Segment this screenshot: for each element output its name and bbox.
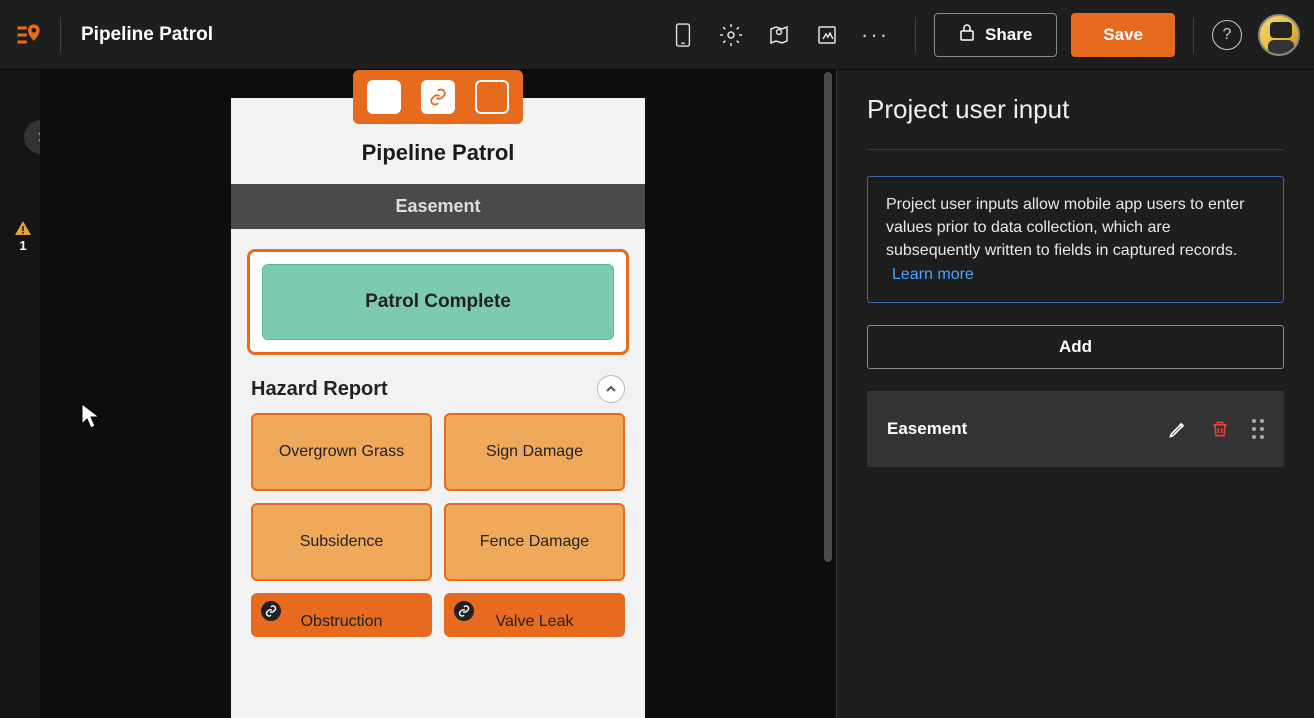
preview-title: Pipeline Patrol [231,140,645,166]
share-button[interactable]: Share [934,13,1057,57]
warning-count: 1 [19,238,26,253]
scrollbar[interactable] [822,70,834,570]
user-avatar[interactable] [1258,14,1300,56]
header-tools: ··· [661,13,897,57]
element-tool-1[interactable] [367,80,401,114]
map-button[interactable] [757,13,801,57]
info-text: Project user inputs allow mobile app use… [886,196,1244,259]
hazard-tile[interactable]: Overgrown Grass [251,413,432,491]
more-button[interactable]: ··· [853,13,897,57]
resize-tool[interactable] [475,80,509,114]
divider [1193,17,1194,53]
hazard-tile[interactable]: Fence Damage [444,503,625,581]
properties-panel: Project user input Project user inputs a… [836,70,1314,718]
delete-button[interactable] [1208,417,1232,441]
info-box: Project user inputs allow mobile app use… [867,176,1284,303]
element-toolbar [353,70,523,124]
mobile-preview-button[interactable] [661,13,705,57]
link-icon [261,601,281,621]
hazard-label: Valve Leak [496,613,574,631]
hazard-tile[interactable]: Obstruction [251,593,432,637]
help-button[interactable]: ? [1212,20,1242,50]
divider [915,17,916,53]
settings-button[interactable] [709,13,753,57]
hazard-tile[interactable]: Valve Leak [444,593,625,637]
hazard-tile[interactable]: Sign Damage [444,413,625,491]
logo-icon [14,21,42,49]
warnings-indicator[interactable]: 1 [14,220,32,253]
user-input-row[interactable]: Easement [867,391,1284,467]
primary-action-card[interactable]: Patrol Complete [247,249,629,355]
link-icon [454,601,474,621]
add-button[interactable]: Add [867,325,1284,369]
layers-button[interactable] [805,13,849,57]
easement-band[interactable]: Easement [231,184,645,229]
hazard-label: Obstruction [301,613,383,631]
edit-button[interactable] [1166,417,1190,441]
hazard-section: Hazard Report Overgrown Grass Sign Damag… [247,375,629,637]
collapse-button[interactable] [597,375,625,403]
hazard-tile[interactable]: Subsidence [251,503,432,581]
ellipsis-icon: ··· [861,22,889,48]
save-button[interactable]: Save [1071,13,1175,57]
drag-handle[interactable] [1252,419,1264,439]
learn-more-link[interactable]: Learn more [892,266,974,283]
patrol-complete-button[interactable]: Patrol Complete [262,264,614,340]
panel-title: Project user input [867,94,1284,150]
preview-canvas: Pipeline Patrol Easement Patrol Complete… [40,70,836,718]
app-title: Pipeline Patrol [81,24,213,46]
section-title: Hazard Report [251,378,388,401]
lock-icon [959,23,975,46]
app-logo[interactable] [14,17,61,53]
input-label: Easement [887,419,1148,439]
phone-preview: Pipeline Patrol Easement Patrol Complete… [231,98,645,718]
link-tool[interactable] [421,80,455,114]
share-label: Share [985,25,1032,45]
left-rail: 1 [0,70,40,718]
app-header: Pipeline Patrol ··· Share Save ? [0,0,1314,70]
